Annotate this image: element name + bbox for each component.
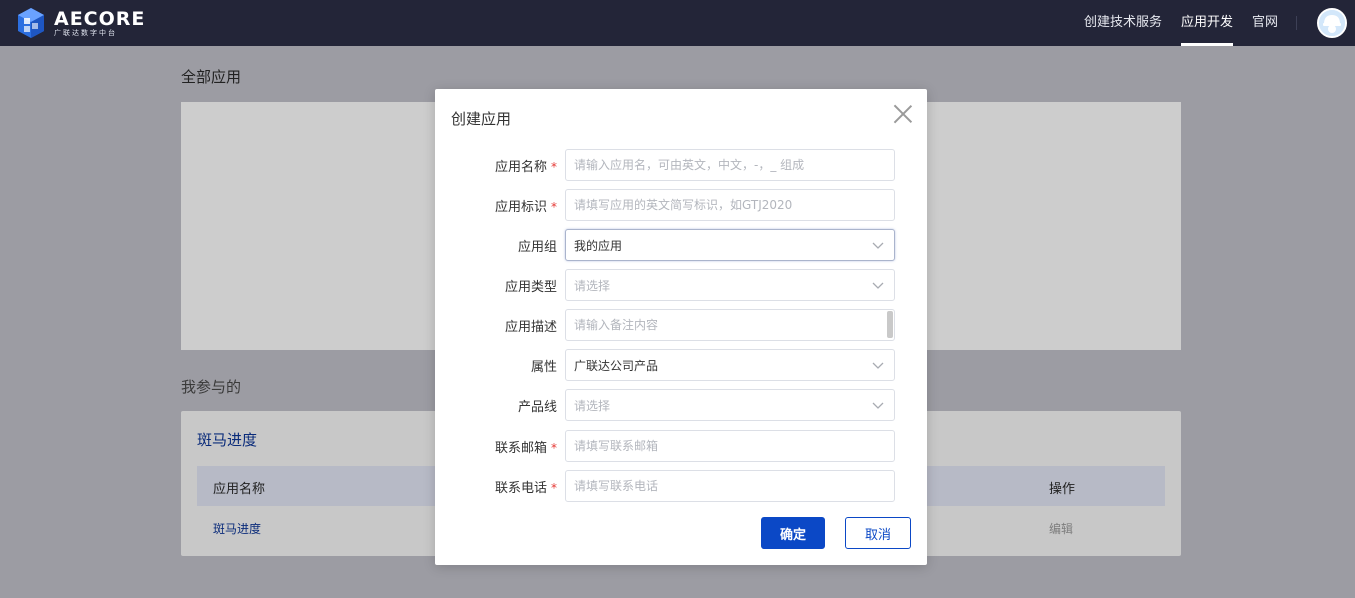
- required-mark: *: [551, 441, 557, 455]
- app-desc-label: 应用描述: [504, 320, 557, 335]
- attribute-label: 属性: [530, 360, 557, 375]
- nav-item-app-dev[interactable]: 应用开发: [1180, 0, 1233, 46]
- app-type-label: 应用类型: [504, 280, 557, 295]
- page-title: 全部应用: [181, 68, 242, 86]
- column-header-actions: 操作: [1049, 482, 1076, 497]
- main-nav: 创建技术服务 应用开发 官网: [1084, 0, 1355, 46]
- form-row-email: 联系邮箱 *: [435, 430, 927, 462]
- app-type-placeholder: 请选择: [574, 278, 611, 293]
- cube-logo-icon: [18, 8, 44, 38]
- form-row-attribute: 属性 广联达公司产品: [435, 349, 927, 381]
- required-mark: *: [551, 481, 557, 495]
- product-line-select[interactable]: 请选择: [565, 389, 895, 421]
- chevron-down-icon: [872, 282, 884, 289]
- participated-section-title: 我参与的: [181, 378, 242, 396]
- app-name-label: 应用名称: [494, 160, 547, 175]
- row-edit-link[interactable]: 编辑: [1049, 520, 1073, 537]
- chevron-down-icon: [872, 362, 884, 369]
- avatar[interactable]: [1317, 8, 1347, 38]
- nav-item-tech-service[interactable]: 创建技术服务: [1084, 0, 1162, 46]
- form-row-app-id: 应用标识 *: [435, 189, 927, 221]
- form-row-app-name: 应用名称 *: [435, 149, 927, 181]
- chevron-down-icon: [872, 242, 884, 249]
- nav-item-official-site[interactable]: 官网: [1252, 0, 1278, 46]
- product-line-label: 产品线: [517, 400, 557, 415]
- dialog-title: 创建应用: [451, 110, 512, 128]
- column-header-app-name: 应用名称: [213, 482, 266, 497]
- form-row-phone: 联系电话 *: [435, 470, 927, 502]
- cancel-button[interactable]: 取消: [845, 517, 911, 549]
- required-mark: *: [551, 200, 557, 214]
- product-line-placeholder: 请选择: [574, 398, 611, 413]
- chevron-down-icon: [872, 402, 884, 409]
- email-label: 联系邮箱: [494, 441, 547, 456]
- phone-field[interactable]: [565, 470, 895, 502]
- app-group-label: 应用组: [517, 240, 557, 255]
- app-desc-textarea[interactable]: [565, 309, 895, 341]
- app-group-select[interactable]: 我的应用: [565, 229, 895, 261]
- app-id-label: 应用标识: [494, 200, 547, 215]
- confirm-button[interactable]: 确定: [761, 517, 825, 549]
- form-row-app-type: 应用类型 请选择: [435, 269, 927, 301]
- attribute-select[interactable]: 广联达公司产品: [565, 349, 895, 381]
- brand-logo[interactable]: AECORE 广联达数字中台: [14, 6, 145, 40]
- create-app-dialog: 创建应用 应用名称 * 应用标识 * 应用组 我的应用 应用类型 请选择: [435, 89, 927, 565]
- user-avatar-icon: [1319, 10, 1345, 36]
- brand-subtitle: 广联达数字中台: [54, 28, 117, 37]
- attribute-value: 广联达公司产品: [574, 358, 659, 373]
- card-title[interactable]: 斑马进度: [197, 429, 257, 450]
- email-field[interactable]: [565, 430, 895, 462]
- brand-name: AECORE: [54, 7, 146, 30]
- app-type-select[interactable]: 请选择: [565, 269, 895, 301]
- app-name-input[interactable]: [565, 149, 895, 181]
- close-icon[interactable]: [893, 104, 913, 124]
- app-group-value: 我的应用: [574, 238, 623, 253]
- nav-divider: [1296, 16, 1297, 30]
- phone-label: 联系电话: [494, 481, 547, 496]
- form-row-app-group: 应用组 我的应用: [435, 229, 927, 261]
- form-row-app-desc: 应用描述: [435, 309, 927, 341]
- app-id-input[interactable]: [565, 189, 895, 221]
- required-mark: *: [551, 160, 557, 174]
- row-app-name-link[interactable]: 斑马进度: [213, 520, 261, 537]
- top-navigation-bar: AECORE 广联达数字中台 创建技术服务 应用开发 官网: [0, 0, 1355, 46]
- form-row-product-line: 产品线 请选择: [435, 389, 927, 421]
